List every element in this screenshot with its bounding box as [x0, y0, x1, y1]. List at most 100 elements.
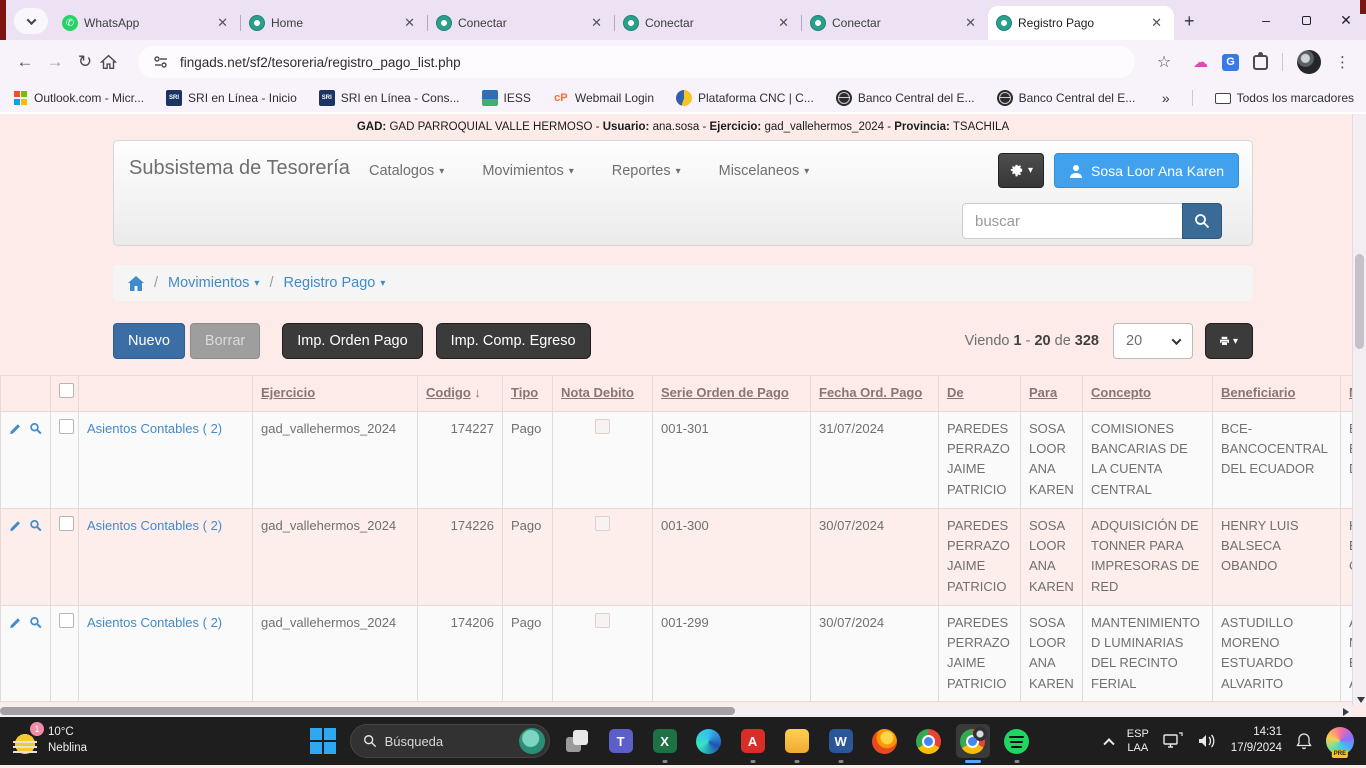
extensions-puzzle-icon[interactable]: [1253, 55, 1268, 70]
tab-conectar-3[interactable]: Conectar ✕: [802, 6, 988, 40]
edit-pencil-icon[interactable]: [9, 615, 23, 630]
user-menu-button[interactable]: Sosa Loor Ana Karen: [1054, 153, 1239, 188]
weather-widget[interactable]: 1 10°CNeblina: [0, 725, 270, 756]
address-bar[interactable]: fingads.net/sf2/tesoreria/registro_pago_…: [138, 46, 1135, 78]
bookmark-sri-consultas[interactable]: SRI SRI en Línea - Cons...: [319, 90, 460, 106]
chrome-profile-button[interactable]: [956, 724, 990, 758]
tab-close-icon[interactable]: ✕: [587, 15, 606, 31]
search-button[interactable]: [1182, 203, 1222, 239]
view-magnifier-icon[interactable]: [29, 615, 43, 630]
all-bookmarks-button[interactable]: Todos los marcadores: [1215, 91, 1354, 105]
tab-close-icon[interactable]: ✕: [961, 15, 980, 31]
header-beneficiario[interactable]: Beneficiario: [1213, 376, 1341, 412]
tab-close-icon[interactable]: ✕: [1147, 15, 1166, 31]
menu-movimientos[interactable]: Movimientos▾: [482, 163, 573, 179]
tab-close-icon[interactable]: ✕: [213, 15, 232, 31]
tab-close-icon[interactable]: ✕: [400, 15, 419, 31]
tab-close-icon[interactable]: ✕: [774, 15, 793, 31]
vertical-scrollbar[interactable]: [1352, 114, 1366, 705]
acrobat-button[interactable]: A: [736, 724, 770, 758]
maximize-button[interactable]: [1286, 0, 1326, 40]
header-de[interactable]: De: [939, 376, 1021, 412]
tab-search-button[interactable]: [14, 8, 48, 34]
chrome-button[interactable]: [912, 724, 946, 758]
volume-icon[interactable]: [1197, 733, 1217, 749]
settings-dropdown-button[interactable]: ▾: [998, 153, 1044, 188]
asientos-contables-link[interactable]: Asientos Contables ( 2): [87, 615, 222, 630]
new-tab-button[interactable]: +: [1184, 11, 1195, 32]
taskbar-search[interactable]: Búsqueda: [350, 724, 550, 758]
browser-menu-icon[interactable]: ⋮: [1335, 53, 1350, 71]
bookmark-cnc[interactable]: Plataforma CNC | C...: [676, 90, 814, 106]
bookmarks-overflow-button[interactable]: »: [1162, 90, 1170, 106]
language-indicator[interactable]: ESPLAA: [1127, 727, 1149, 756]
vertical-scrollbar-thumb[interactable]: [1355, 254, 1364, 349]
bookmark-banco-central-2[interactable]: Banco Central del E...: [997, 90, 1136, 106]
copilot-icon[interactable]: PRE: [1326, 727, 1354, 755]
view-magnifier-icon[interactable]: [29, 518, 43, 533]
translate-icon[interactable]: G: [1222, 54, 1239, 71]
bookmark-banco-central-1[interactable]: Banco Central del E...: [836, 90, 975, 106]
view-magnifier-icon[interactable]: [29, 421, 43, 436]
row-checkbox[interactable]: [59, 613, 74, 628]
home-icon[interactable]: [128, 276, 144, 291]
breadcrumb-registro-pago[interactable]: Registro Pago▾: [283, 275, 385, 291]
horizontal-scrollbar-thumb[interactable]: [0, 707, 735, 715]
bookmark-outlook[interactable]: Outlook.com - Micr...: [12, 90, 144, 106]
edge-button[interactable]: [692, 724, 726, 758]
reload-button[interactable]: ↻: [70, 52, 100, 72]
header-clipped[interactable]: M: [1341, 376, 1353, 412]
imp-orden-pago-button[interactable]: Imp. Orden Pago: [282, 323, 422, 359]
header-fecha[interactable]: Fecha Ord. Pago: [811, 376, 939, 412]
tab-whatsapp[interactable]: ✆ WhatsApp ✕: [54, 6, 240, 40]
header-tipo[interactable]: Tipo: [503, 376, 553, 412]
breadcrumb-movimientos[interactable]: Movimientos▾: [168, 275, 259, 291]
bookmark-sri-inicio[interactable]: SRI SRI en Línea - Inicio: [166, 90, 297, 106]
clock[interactable]: 14:3117/9/2024: [1231, 725, 1282, 756]
edit-pencil-icon[interactable]: [9, 518, 23, 533]
horizontal-scrollbar[interactable]: [0, 705, 1352, 717]
header-serie[interactable]: Serie Orden de Pago: [653, 376, 811, 412]
bookmark-webmail[interactable]: cP Webmail Login: [553, 90, 654, 106]
print-dropdown-button[interactable]: ▾: [1205, 323, 1253, 359]
firefox-button[interactable]: [868, 724, 902, 758]
spotify-button[interactable]: [1000, 724, 1034, 758]
header-nota-debito[interactable]: Nota Debito: [553, 376, 653, 412]
tab-conectar-2[interactable]: Conectar ✕: [615, 6, 801, 40]
header-ejercicio[interactable]: Ejercicio: [253, 376, 418, 412]
asientos-contables-link[interactable]: Asientos Contables ( 2): [87, 518, 222, 533]
borrar-button[interactable]: Borrar: [190, 323, 260, 359]
header-concepto[interactable]: Concepto: [1083, 376, 1213, 412]
header-codigo[interactable]: Codigo ↓: [418, 376, 503, 412]
search-input[interactable]: [962, 203, 1182, 239]
menu-catalogos[interactable]: Catalogos▾: [369, 163, 444, 179]
nuevo-button[interactable]: Nuevo: [113, 323, 185, 359]
network-icon[interactable]: [1163, 732, 1183, 750]
tab-home[interactable]: Home ✕: [241, 6, 427, 40]
tray-overflow-icon[interactable]: [1103, 738, 1114, 749]
bookmark-star-icon[interactable]: ☆: [1149, 52, 1179, 72]
menu-reportes[interactable]: Reportes▾: [612, 163, 681, 179]
row-checkbox[interactable]: [59, 516, 74, 531]
forward-button[interactable]: →: [40, 52, 70, 72]
imp-comp-egreso-button[interactable]: Imp. Comp. Egreso: [436, 323, 591, 359]
bookmark-iess[interactable]: IESS: [482, 90, 531, 106]
tab-conectar-1[interactable]: Conectar ✕: [428, 6, 614, 40]
home-button[interactable]: [100, 54, 130, 71]
header-para[interactable]: Para: [1021, 376, 1083, 412]
tab-registro-pago[interactable]: Registro Pago ✕: [988, 6, 1174, 40]
excel-button[interactable]: X: [648, 724, 682, 758]
back-button[interactable]: ←: [10, 52, 40, 72]
profile-avatar[interactable]: [1297, 50, 1321, 74]
start-button[interactable]: [306, 724, 340, 758]
menu-miscelaneos[interactable]: Miscelaneos▾: [719, 163, 810, 179]
row-checkbox[interactable]: [59, 419, 74, 434]
file-explorer-button[interactable]: [780, 724, 814, 758]
weather-extension-icon[interactable]: ☁: [1193, 53, 1208, 71]
task-view-button[interactable]: [560, 724, 594, 758]
teams-button[interactable]: T: [604, 724, 638, 758]
page-size-select[interactable]: 20: [1113, 323, 1193, 359]
notifications-bell-icon[interactable]: [1296, 733, 1312, 750]
edit-pencil-icon[interactable]: [9, 421, 23, 436]
word-button[interactable]: W: [824, 724, 858, 758]
